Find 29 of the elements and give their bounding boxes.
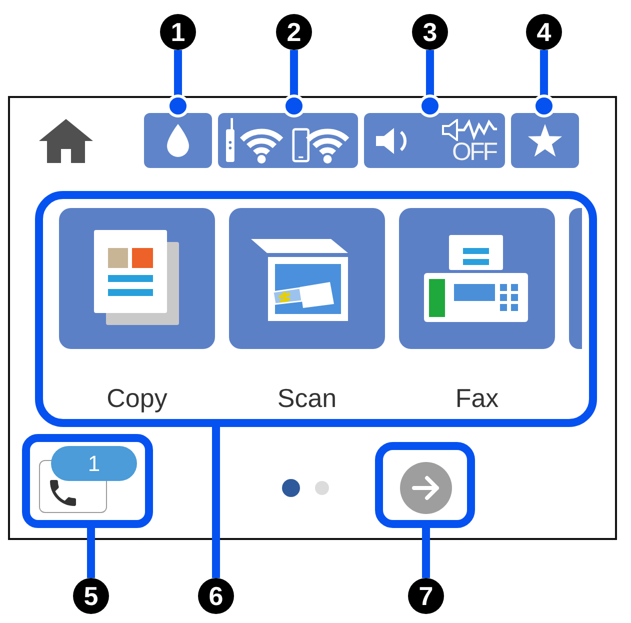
star-icon xyxy=(527,124,563,157)
phone-handset-icon xyxy=(50,480,76,506)
favorites-button[interactable] xyxy=(511,113,579,168)
leader-line xyxy=(418,50,442,118)
menu-item[interactable]: Fax xyxy=(399,208,555,413)
fax-machine-icon xyxy=(399,208,555,349)
copier-icon xyxy=(59,208,215,349)
callout-number: 6 xyxy=(198,578,234,614)
next-button[interactable] xyxy=(400,462,452,514)
callout-number: 7 xyxy=(408,578,444,614)
ink-drop-icon xyxy=(167,124,189,157)
callout-number: 5 xyxy=(73,578,109,614)
arrow-right-icon xyxy=(411,475,441,501)
callout-number: 1 xyxy=(160,14,196,50)
menu-item[interactable]: Copy xyxy=(59,208,215,413)
home-icon[interactable] xyxy=(39,118,93,162)
partial-menu-tile[interactable] xyxy=(569,208,582,349)
network-status-button[interactable] xyxy=(218,113,358,168)
leader-line xyxy=(166,50,190,118)
leader-line xyxy=(532,50,556,118)
ink-status-button[interactable] xyxy=(144,113,212,168)
callout-number: 3 xyxy=(412,14,448,50)
router-wifi-icon xyxy=(226,118,284,164)
callout-number: 4 xyxy=(526,14,562,50)
speaker-wave-icon xyxy=(442,118,498,140)
leader-line xyxy=(282,50,306,118)
scanner-icon xyxy=(229,208,385,349)
callout-number: 2 xyxy=(276,14,312,50)
menu-item[interactable]: Scan xyxy=(229,208,385,413)
